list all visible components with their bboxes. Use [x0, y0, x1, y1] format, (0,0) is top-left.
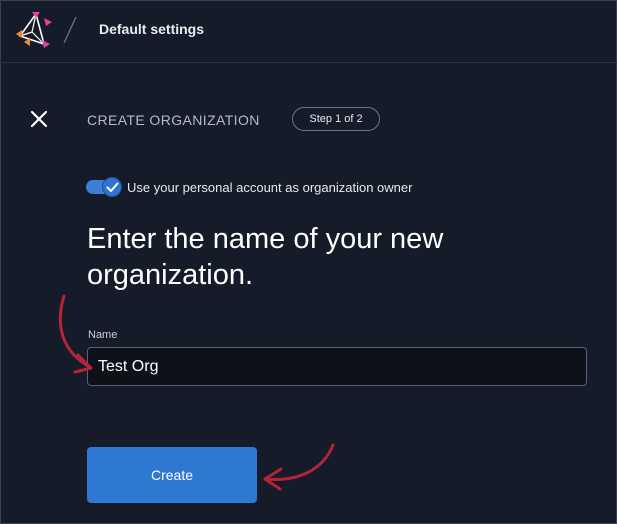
name-field-label: Name: [88, 329, 118, 341]
brand-logo-icon[interactable]: [14, 10, 54, 50]
toggle-knob: [102, 177, 122, 197]
step-badge: Step 1 of 2: [292, 107, 380, 131]
name-input[interactable]: [87, 347, 587, 386]
header-divider: [63, 16, 77, 44]
main-heading: Enter the name of your new organization.: [87, 223, 444, 291]
check-icon: [106, 182, 119, 192]
header-title: Default settings: [99, 21, 205, 37]
create-button[interactable]: Create: [87, 447, 257, 503]
dialog-heading: CREATE ORGANIZATION: [87, 112, 260, 128]
owner-toggle[interactable]: [86, 177, 124, 197]
top-header: Default settings: [0, 0, 617, 63]
toggle-label: Use your personal account as organizatio…: [127, 180, 413, 195]
close-icon[interactable]: [28, 108, 50, 130]
